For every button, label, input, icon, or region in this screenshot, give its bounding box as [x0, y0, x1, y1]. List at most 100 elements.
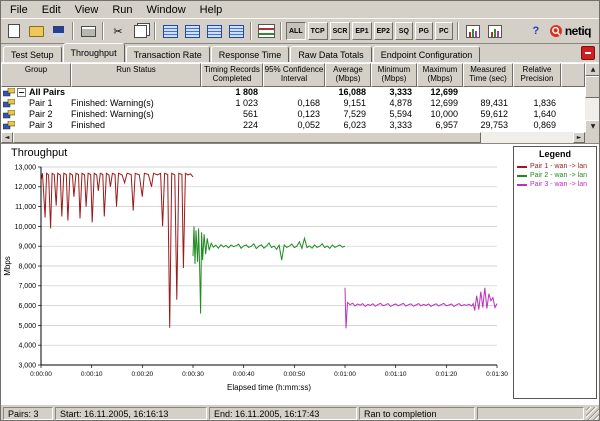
scrollbar-thumb[interactable]: [585, 76, 600, 98]
column-header-relative-precision[interactable]: Relative Precision: [513, 63, 561, 87]
pair-list-button[interactable]: [255, 21, 277, 41]
edit-pair-button[interactable]: [181, 21, 203, 41]
group-label: All Pairs: [29, 87, 65, 98]
pair-icon: [3, 121, 15, 131]
column-header-confidence[interactable]: 95% Confidence Interval: [263, 63, 325, 87]
scroll-left-button[interactable]: ◄: [1, 132, 13, 143]
status-filler: [477, 407, 584, 420]
measured-time-value: 59,612: [463, 109, 513, 120]
table-row-pair-2[interactable]: Pair 2 Finished: Warning(s) 561 0,123 7,…: [1, 109, 585, 120]
table-vertical-scrollbar[interactable]: ▲ ▼: [585, 63, 600, 133]
column-header-maximum[interactable]: Maximum (Mbps): [417, 63, 463, 87]
resize-grip[interactable]: [586, 407, 599, 420]
scrollbar-track[interactable]: [481, 132, 573, 143]
copy-icon: [134, 25, 147, 38]
table-row-pair-3[interactable]: Pair 3 Finished 224 0,052 6,023 3,333 6,…: [1, 120, 585, 131]
column-header-average[interactable]: Average (Mbps): [325, 63, 371, 87]
legend-title: Legend: [514, 149, 596, 159]
copy-button[interactable]: [129, 21, 151, 41]
svg-text:11,000: 11,000: [15, 204, 36, 211]
filter-ep1-button[interactable]: EP1: [352, 22, 371, 40]
filter-pg-button[interactable]: PG: [415, 22, 433, 40]
delete-pair-button[interactable]: [203, 21, 225, 41]
help-icon: ?: [532, 25, 539, 37]
chart-options-icon: [488, 25, 502, 38]
app-window: File Edit View Run Window Help ✂ ALL TCP…: [0, 0, 600, 421]
minimum-value: 5,594: [371, 109, 417, 120]
average-value: 7,529: [325, 109, 371, 120]
tab-test-setup[interactable]: Test Setup: [3, 46, 62, 62]
menu-bar: File Edit View Run Window Help: [1, 1, 600, 18]
column-header-group[interactable]: Group: [1, 63, 71, 87]
menu-window[interactable]: Window: [140, 3, 193, 17]
menu-edit[interactable]: Edit: [35, 3, 68, 17]
table-horizontal-scrollbar[interactable]: ◄ ►: [1, 132, 585, 143]
table-row-pair-1[interactable]: Pair 1 Finished: Warning(s) 1 023 0,168 …: [1, 98, 585, 109]
filter-pc-button[interactable]: PC: [435, 22, 453, 40]
toolbar-separator: [250, 22, 252, 40]
svg-text:12,000: 12,000: [15, 184, 37, 191]
scrollbar-track[interactable]: [585, 76, 600, 120]
column-header-minimum[interactable]: Minimum (Mbps): [371, 63, 417, 87]
column-header-measured-time[interactable]: Measured Time (sec): [463, 63, 513, 87]
svg-text:Elapsed time (h:mm:ss): Elapsed time (h:mm:ss): [227, 383, 311, 392]
column-header-timing-records[interactable]: Timing Records Completed: [201, 63, 263, 87]
average-value: 9,151: [325, 98, 371, 109]
chart-options-button[interactable]: [484, 21, 506, 41]
legend-swatch: [517, 166, 527, 168]
filter-sq-button[interactable]: SQ: [395, 22, 413, 40]
menu-run[interactable]: Run: [105, 3, 139, 17]
confidence-value: 0,123: [263, 109, 325, 120]
open-test-button[interactable]: [25, 21, 47, 41]
menu-view[interactable]: View: [68, 3, 106, 17]
throughput-chart: 3,0004,0005,0006,0007,0008,0009,00010,00…: [1, 163, 509, 401]
pair-icon: [3, 99, 15, 109]
svg-text:5,000: 5,000: [18, 323, 36, 330]
save-test-button[interactable]: [47, 21, 69, 41]
table-header-row: Group Run Status Timing Records Complete…: [1, 63, 585, 87]
maximum-value: 12,699: [417, 98, 463, 109]
delete-pair-icon: [207, 25, 222, 38]
cut-button[interactable]: ✂: [107, 21, 129, 41]
status-start-time: Start: 16.11.2005, 16:16:13: [55, 407, 207, 420]
svg-text:0:01:30: 0:01:30: [486, 371, 508, 378]
scrollbar-corner: [585, 132, 600, 143]
chart-view-button[interactable]: [462, 21, 484, 41]
menu-file[interactable]: File: [3, 3, 35, 17]
new-test-button[interactable]: [3, 21, 25, 41]
column-header-run-status[interactable]: Run Status: [71, 63, 201, 87]
minimum-value: 3,333: [371, 87, 417, 98]
print-button[interactable]: [77, 21, 99, 41]
legend-entry-pair-1: Pair 1 - wan -> lan: [514, 162, 596, 171]
tab-raw-data-totals[interactable]: Raw Data Totals: [290, 46, 371, 62]
precision-value: 1,640: [513, 109, 561, 120]
filter-tcp-button[interactable]: TCP: [308, 22, 328, 40]
menu-help[interactable]: Help: [193, 3, 230, 17]
maximum-value: 12,699: [417, 87, 463, 98]
arrow-right-icon: ►: [577, 134, 582, 141]
scroll-up-button[interactable]: ▲: [585, 63, 600, 76]
help-button[interactable]: ?: [525, 21, 547, 41]
group-label: Pair 1: [17, 98, 71, 109]
tab-transaction-rate[interactable]: Transaction Rate: [126, 46, 210, 62]
chart-panel: Throughput 3,0004,0005,0006,0007,0008,00…: [1, 143, 600, 404]
collapse-box[interactable]: −: [17, 88, 26, 97]
tab-throughput[interactable]: Throughput: [63, 43, 125, 62]
netiq-logo-icon: [549, 24, 563, 38]
scissors-icon: ✂: [113, 26, 122, 37]
filter-all-button[interactable]: ALL: [286, 22, 306, 40]
add-pair-button[interactable]: [159, 21, 181, 41]
filter-scr-button[interactable]: SCR: [330, 22, 351, 40]
scrollbar-thumb[interactable]: [13, 132, 481, 143]
tab-endpoint-configuration[interactable]: Endpoint Configuration: [373, 46, 481, 62]
tab-response-time[interactable]: Response Time: [211, 46, 290, 62]
precision-value: 1,836: [513, 98, 561, 109]
legend-panel: Legend Pair 1 - wan -> lan Pair 2 - wan …: [513, 146, 597, 399]
swap-pair-button[interactable]: [225, 21, 247, 41]
table-row-all-pairs[interactable]: −All Pairs 1 808 16,088 3,333 12,699: [1, 87, 585, 98]
netiq-logo: ? netiq: [525, 21, 591, 41]
measured-time-value: 29,753: [463, 120, 513, 131]
legend-label: Pair 1 - wan -> lan: [530, 163, 587, 170]
scroll-right-button[interactable]: ►: [573, 132, 585, 143]
filter-ep2-button[interactable]: EP2: [374, 22, 393, 40]
